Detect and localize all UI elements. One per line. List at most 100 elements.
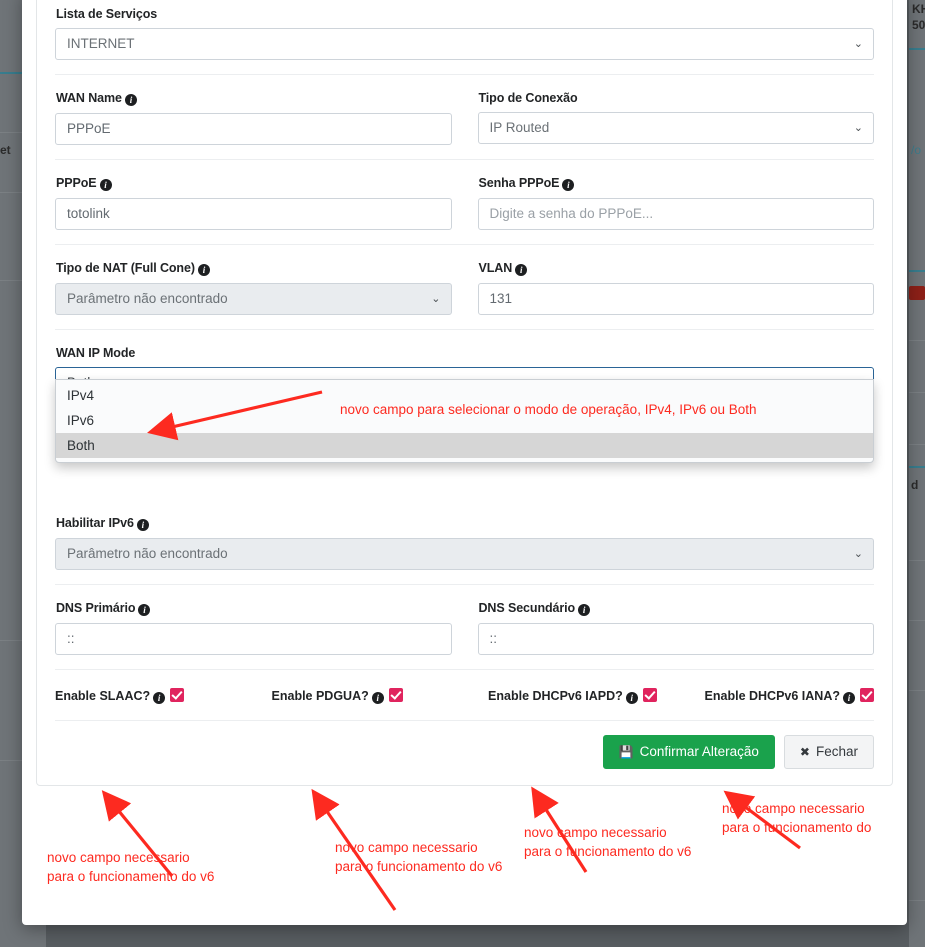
checkbox-label-dhcpv6-iana: Enable DHCPv6 IANA? [704, 689, 840, 703]
checkbox-dhcpv6-iana[interactable] [860, 688, 874, 702]
label-pppoe: PPPoE i [56, 176, 452, 191]
confirm-button-label: Confirmar Alteração [639, 744, 759, 759]
label-text: VLAN [478, 261, 513, 275]
info-icon[interactable]: i [153, 692, 166, 704]
info-icon[interactable]: i [578, 604, 591, 616]
field-enable-ipv6: Habilitar IPv6 i Parâmetro não encontrado… [55, 516, 874, 570]
input-pppoe-user[interactable]: totolink [55, 198, 452, 230]
select-nat-type[interactable]: Parâmetro não encontrado ⌄ [55, 283, 452, 315]
backdrop-right-accent-line [909, 270, 925, 272]
ipv6-options-checkbox-row: Enable SLAAC? i Enable PDGUA? i Enable DHC… [55, 670, 874, 721]
checkbox-pdgua[interactable] [388, 688, 403, 702]
label-text: Tipo de Conexão [478, 91, 578, 105]
close-icon: ✖ [799, 745, 810, 759]
label-text: Habilitar IPv6 [56, 516, 134, 530]
field-wan-ip-mode: WAN IP Mode Both ⌄ IPv4 IPv6 Both [55, 346, 874, 463]
info-icon[interactable]: i [197, 264, 210, 276]
label-text: Lista de Serviços [56, 7, 158, 21]
label-text: WAN Name [56, 91, 122, 105]
field-nat-type: Tipo de NAT (Full Cone) i Parâmetro não e… [55, 261, 452, 315]
annotation-pdgua: novo campo necessario para o funcionamen… [335, 840, 503, 874]
checkbox-dhcpv6-iapd[interactable] [642, 688, 657, 702]
info-icon[interactable]: i [515, 264, 528, 276]
select-enable-ipv6[interactable]: Parâmetro não encontrado ⌄ [55, 538, 874, 570]
wan-configuration-modal: Lista de Serviços INTERNET ⌄ WAN Name i P… [22, 0, 907, 925]
info-icon[interactable]: i [562, 179, 575, 191]
confirm-change-button[interactable]: 💾 Confirmar Alteração [602, 735, 775, 769]
dropdown-option-both[interactable]: Both [56, 433, 873, 458]
input-dns-primary[interactable]: :: [55, 623, 452, 655]
backdrop-text-snippet: KH [912, 2, 925, 16]
form-row-dns: DNS Primário i :: DNS Secundário i :: [55, 585, 874, 670]
info-icon[interactable]: i [843, 692, 855, 704]
field-connection-type: Tipo de Conexão IP Routed ⌄ [477, 91, 874, 145]
label-text: Senha PPPoE [478, 176, 560, 190]
modal-footer: 💾 Confirmar Alteração ✖ Fechar [55, 721, 874, 785]
select-service-list[interactable]: INTERNET ⌄ [55, 28, 874, 60]
backdrop-text-snippet: d [911, 478, 919, 492]
field-pppoe-password: Senha PPPoE i Digite a senha do PPPoE... [477, 176, 874, 230]
checkbox-item-slaac[interactable]: Enable SLAAC? i [55, 688, 272, 704]
input-wan-name[interactable]: PPPoE [55, 113, 452, 145]
backdrop-divider [909, 340, 925, 341]
chevron-down-icon: ⌄ [853, 548, 863, 560]
backdrop-divider [909, 900, 925, 901]
input-vlan[interactable]: 131 [477, 283, 874, 315]
select-connection-type[interactable]: IP Routed ⌄ [477, 112, 874, 144]
label-wan-ip-mode: WAN IP Mode [56, 346, 874, 360]
label-wan-name: WAN Name i [56, 91, 452, 106]
field-pppoe-user: PPPoE i totolink [55, 176, 452, 230]
input-pppoe-password[interactable]: Digite a senha do PPPoE... [477, 198, 874, 230]
checkbox-item-dhcpv6-iapd[interactable]: Enable DHCPv6 IAPD? i [488, 688, 705, 704]
backdrop-right-accent-line [909, 48, 925, 50]
label-text: WAN IP Mode [56, 346, 136, 360]
info-icon[interactable]: i [136, 519, 149, 531]
label-dns-primary: DNS Primário i [56, 601, 452, 616]
label-text: PPPoE [56, 176, 97, 190]
backdrop-divider [909, 560, 925, 561]
label-nat-type: Tipo de NAT (Full Cone) i [56, 261, 452, 276]
chevron-down-icon: ⌄ [853, 38, 863, 50]
info-icon[interactable]: i [371, 692, 384, 704]
chevron-down-icon: ⌄ [431, 293, 441, 305]
annotation-slaac: novo campo necessario para o funcionamen… [47, 850, 215, 884]
label-vlan: VLAN i [479, 261, 875, 276]
backdrop-text-snippet: 50 [912, 18, 925, 32]
input-dns-secondary[interactable]: :: [477, 623, 874, 655]
close-button[interactable]: ✖ Fechar [783, 735, 874, 769]
select-value: IP Routed [489, 120, 550, 135]
backdrop-text-snippet: /o [911, 143, 922, 157]
field-wan-name: WAN Name i PPPoE [55, 91, 452, 145]
form-row-nat-vlan: Tipo de NAT (Full Cone) i Parâmetro não e… [55, 245, 874, 330]
info-icon[interactable]: i [124, 94, 137, 106]
info-icon[interactable]: i [625, 692, 638, 704]
label-text: DNS Secundário [478, 601, 576, 615]
field-service-list: Lista de Serviços INTERNET ⌄ [55, 7, 874, 60]
chevron-down-icon: ⌄ [853, 122, 863, 134]
backdrop-divider [909, 444, 925, 445]
select-value: INTERNET [67, 36, 135, 51]
backdrop-status-badge [909, 286, 925, 300]
label-enable-ipv6: Habilitar IPv6 i [56, 516, 874, 531]
checkbox-label-slaac: Enable SLAAC? [55, 689, 151, 703]
label-service-list: Lista de Serviços [56, 7, 874, 21]
close-button-label: Fechar [815, 744, 858, 759]
checkbox-item-pdgua[interactable]: Enable PDGUA? i [272, 688, 489, 704]
backdrop-right-accent-line [909, 466, 925, 468]
wan-settings-card: Lista de Serviços INTERNET ⌄ WAN Name i P… [36, 0, 893, 786]
checkbox-item-dhcpv6-iana[interactable]: Enable DHCPv6 IANA? i [705, 688, 874, 704]
info-icon[interactable]: i [138, 604, 151, 616]
checkbox-label-dhcpv6-iapd: Enable DHCPv6 IAPD? [488, 689, 623, 703]
form-row-service-list: Lista de Serviços INTERNET ⌄ [55, 0, 874, 75]
checkbox-slaac[interactable] [170, 688, 185, 702]
form-row-pppoe: PPPoE i totolink Senha PPPoE i Digite a se… [55, 160, 874, 245]
field-dns-primary: DNS Primário i :: [55, 601, 452, 655]
field-vlan: VLAN i 131 [477, 261, 875, 315]
annotation-dhcpv6-iana: novo campo necessario para o funcionamen… [722, 801, 872, 835]
checkbox-label-pdgua: Enable PDGUA? [271, 689, 369, 703]
backdrop-divider [909, 392, 925, 393]
modal-body: Lista de Serviços INTERNET ⌄ WAN Name i P… [36, 0, 893, 786]
select-value: Parâmetro não encontrado [67, 546, 228, 561]
label-text: Tipo de NAT (Full Cone) [56, 261, 195, 275]
info-icon[interactable]: i [99, 179, 112, 191]
